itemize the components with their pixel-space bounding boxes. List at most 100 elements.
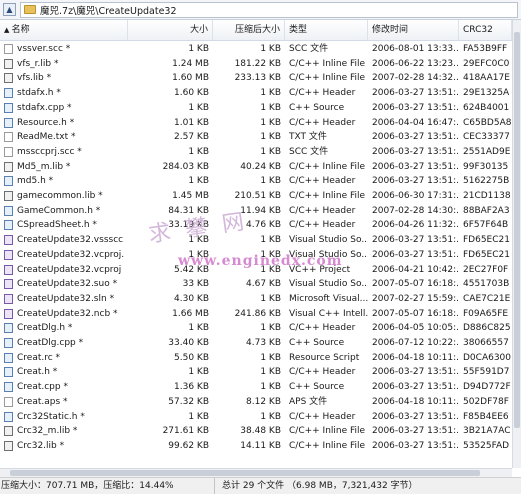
file-crc32: 29E1325A	[463, 88, 510, 99]
file-name-cell: stdafx.cpp *	[0, 101, 128, 115]
file-packed-size: 1 KB	[260, 132, 281, 143]
file-type: C/C++ Header	[289, 176, 356, 187]
file-crc32: 21CD1138	[463, 191, 511, 201]
table-row[interactable]: stdafx.cpp * 1 KB 1 KB C++ Source 2006-03-27…	[0, 101, 512, 115]
table-row[interactable]: stdafx.h * 1.60 KB 1 KB C/C++ Header 2006-03…	[0, 86, 512, 100]
table-row[interactable]: CreateUpdate32.ncb * 1.66 MB 241.86 KB Visu…	[0, 307, 512, 321]
file-modified: 2007-02-27 15:59:...	[372, 293, 459, 304]
file-type: C/C++ Inline File	[289, 426, 366, 437]
table-row[interactable]: Creat.aps * 57.32 KB 8.12 KB APS 文件 2006-04-…	[0, 395, 512, 409]
table-row[interactable]: CreateUpdate32.vcproj.vsps... 1 KB 1 KB Vis…	[0, 248, 512, 262]
file-type: VC++ Project	[289, 264, 351, 275]
file-name-cell: Creat.rc *	[0, 351, 128, 365]
file-type: C/C++ Header	[289, 411, 356, 422]
file-modified: 2006-04-05 10:05:...	[372, 323, 459, 334]
file-type: C/C++ Inline File	[289, 58, 366, 69]
table-row[interactable]: Md5_m.lib * 284.03 KB 40.24 KB C/C++ Inline…	[0, 160, 512, 174]
column-crc32[interactable]: CRC32	[459, 20, 512, 40]
file-size: 1 KB	[188, 146, 209, 157]
file-name: Creat.cpp *	[17, 382, 68, 393]
file-packed-size: 11.94 KB	[240, 205, 281, 216]
column-header: ▲ 名称 大小 压缩后大小 类型 修改时间 CRC32	[0, 20, 512, 41]
table-row[interactable]: Crc32.lib * 99.62 KB 14.11 KB C/C++ Inline …	[0, 439, 512, 453]
file-icon	[4, 220, 13, 231]
file-name: mssccprj.scc *	[17, 146, 82, 157]
table-row[interactable]: Crc32Static.h * 1 KB 1 KB C/C++ Header 2006-…	[0, 410, 512, 424]
file-name: stdafx.h *	[17, 88, 61, 99]
file-crc32: CEC33377	[463, 132, 510, 143]
file-name: vfs_r.lib *	[17, 58, 59, 69]
table-row[interactable]: CreatDlg.cpp * 33.40 KB 4.73 KB C++ Source 2…	[0, 336, 512, 350]
file-name-cell: CreateUpdate32.vssscc *	[0, 233, 128, 247]
column-name[interactable]: ▲ 名称	[0, 20, 128, 40]
table-row[interactable]: md5.h * 1 KB 1 KB C/C++ Header 2006-03-27 13…	[0, 174, 512, 188]
file-size: 5.42 KB	[174, 264, 209, 275]
vertical-scrollbar[interactable]	[512, 20, 521, 468]
table-row[interactable]: vfs.lib * 1.60 MB 233.13 KB C/C++ Inline Fi…	[0, 71, 512, 85]
file-packed-size: 1 KB	[260, 176, 281, 187]
file-modified: 2006-03-27 13:51:...	[372, 367, 459, 378]
file-icon	[4, 264, 13, 275]
scroll-thumb[interactable]	[514, 32, 520, 428]
file-name: Crc32.lib *	[17, 440, 65, 451]
file-name: CreateUpdate32.vcproj *	[17, 264, 124, 275]
table-row[interactable]: Creat.cpp * 1.36 KB 1 KB C++ Source 2006-03-…	[0, 380, 512, 394]
file-name: GameCommon.h *	[17, 205, 101, 216]
file-type: Resource Script	[289, 352, 360, 363]
file-modified: 2006-04-26 11:32:...	[372, 220, 459, 231]
file-size: 1.60 KB	[174, 88, 209, 99]
file-modified: 2006-03-27 13:51:...	[372, 440, 459, 451]
table-row[interactable]: gamecommon.lib * 1.45 MB 210.51 KB C/C++ In…	[0, 189, 512, 203]
file-name: Crc32Static.h *	[17, 411, 85, 422]
table-row[interactable]: ReadMe.txt * 2.57 KB 1 KB TXT 文件 2006-03-27 …	[0, 130, 512, 144]
table-row[interactable]: CSpreadSheet.h * 33.19 KB 4.76 KB C/C++ Hea…	[0, 218, 512, 232]
table-row[interactable]: Creat.h * 1 KB 1 KB C/C++ Header 2006-03-27 …	[0, 365, 512, 379]
column-modified[interactable]: 修改时间	[368, 20, 459, 40]
column-size[interactable]: 大小	[128, 20, 213, 40]
file-size: 284.03 KB	[162, 161, 209, 172]
table-row[interactable]: CreateUpdate32.vcproj * 5.42 KB 1 KB VC++ P…	[0, 263, 512, 277]
table-row[interactable]: mssccprj.scc * 1 KB 1 KB SCC 文件 2006-03-27 1…	[0, 145, 512, 159]
file-name-cell: gamecommon.lib *	[0, 189, 128, 203]
table-row[interactable]: CreateUpdate32.vssscc * 1 KB 1 KB Visual St…	[0, 233, 512, 247]
table-row[interactable]: vssver.scc * 1 KB 1 KB SCC 文件 2006-08-01 13:…	[0, 42, 512, 56]
path-field[interactable]: 魔兕.7z\魔兕\CreateUpdate32	[20, 1, 518, 18]
table-row[interactable]: Creat.rc * 5.50 KB 1 KB Resource Script 2006…	[0, 351, 512, 365]
column-packed-size[interactable]: 压缩后大小	[213, 20, 285, 40]
file-packed-size: 4.73 KB	[246, 338, 281, 348]
file-size: 33.19 KB	[168, 220, 209, 231]
table-row[interactable]: GameCommon.h * 84.31 KB 11.94 KB C/C++ Head…	[0, 204, 512, 218]
scroll-thumb[interactable]	[10, 470, 480, 476]
file-crc32: D94D772F	[463, 382, 511, 393]
file-modified: 2006-03-27 13:51:...	[372, 161, 459, 172]
file-name-cell: GameCommon.h *	[0, 204, 128, 218]
table-row[interactable]: Crc32_m.lib * 271.61 KB 38.48 KB C/C++ Inli…	[0, 424, 512, 438]
column-type[interactable]: 类型	[285, 20, 368, 40]
file-type: TXT 文件	[289, 132, 327, 143]
file-crc32: 5162275B	[463, 176, 510, 187]
file-type: C/C++ Header	[289, 117, 356, 128]
file-type: Visual C++ Intell...	[289, 308, 368, 319]
status-total: 总计 29 个文件 （6.98 MB，7,321,432 字节）	[222, 481, 418, 491]
file-name-cell: Creat.h *	[0, 365, 128, 379]
horizontal-scrollbar[interactable]	[0, 468, 512, 477]
up-folder-button[interactable]: ▲	[3, 3, 16, 16]
file-crc32: 418AA17E	[463, 73, 510, 84]
file-packed-size: 4.76 KB	[246, 220, 281, 231]
table-row[interactable]: CreateUpdate32.sln * 4.30 KB 1 KB Microsoft…	[0, 292, 512, 306]
file-name-cell: vfs.lib *	[0, 71, 128, 85]
file-modified: 2006-04-18 10:11:...	[372, 396, 459, 407]
file-name: Md5_m.lib *	[17, 161, 71, 172]
folder-icon	[24, 5, 36, 14]
file-icon	[4, 132, 13, 143]
file-crc32: F09A65FE	[463, 308, 509, 319]
table-row[interactable]: vfs_r.lib * 1.24 MB 181.22 KB C/C++ Inline …	[0, 57, 512, 71]
file-name: CreatDlg.h *	[17, 323, 73, 334]
file-modified: 2006-07-12 10:22:...	[372, 338, 459, 348]
table-row[interactable]: CreatDlg.h * 1 KB 1 KB C/C++ Header 2006-04-…	[0, 321, 512, 335]
file-name: gamecommon.lib *	[17, 191, 103, 201]
file-icon	[4, 367, 13, 378]
table-row[interactable]: CreateUpdate32.suo * 33 KB 4.67 KB Visual S…	[0, 277, 512, 291]
table-row[interactable]: Resource.h * 1.01 KB 1 KB C/C++ Header 2006-…	[0, 116, 512, 130]
file-size: 1 KB	[188, 411, 209, 422]
